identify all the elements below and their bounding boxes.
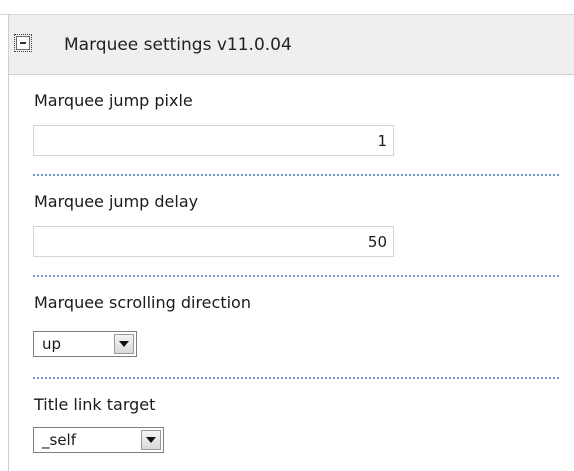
jump-delay-label: Marquee jump delay: [34, 192, 199, 211]
collapse-toggle-button[interactable]: [14, 34, 32, 52]
jump-pixle-input[interactable]: [33, 125, 394, 156]
scrolling-direction-label: Marquee scrolling direction: [34, 293, 251, 312]
title-link-target-value: _self: [42, 431, 76, 449]
scrolling-direction-value: up: [42, 335, 62, 353]
minus-box-icon: [20, 42, 26, 44]
jump-pixle-label: Marquee jump pixle: [34, 91, 193, 110]
dropdown-arrow-icon[interactable]: [114, 334, 134, 354]
title-link-target-label: Title link target: [34, 395, 156, 414]
left-border: [8, 14, 9, 471]
panel-header[interactable]: Marquee settings v11.0.04: [9, 15, 574, 75]
jump-delay-input[interactable]: [33, 226, 394, 257]
marquee-settings-panel: Marquee settings v11.0.04 Marquee jump p…: [0, 0, 574, 471]
dropdown-arrow-icon[interactable]: [141, 430, 161, 450]
separator: [33, 377, 559, 379]
title-link-target-select[interactable]: _self: [33, 427, 164, 453]
separator: [33, 275, 559, 277]
panel-title: Marquee settings v11.0.04: [64, 35, 292, 55]
scrolling-direction-select[interactable]: up: [33, 331, 137, 357]
separator: [33, 174, 559, 176]
